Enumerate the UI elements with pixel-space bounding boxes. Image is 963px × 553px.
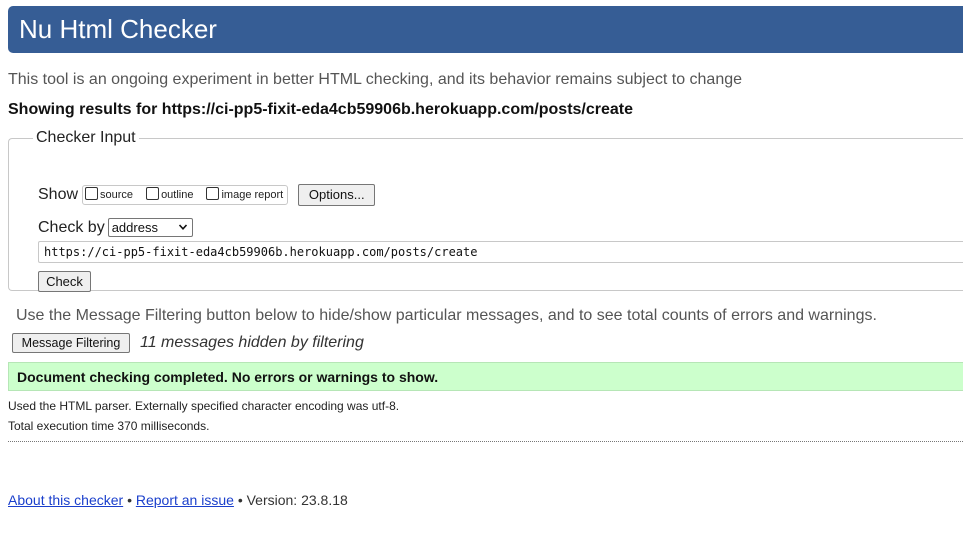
checker-input-fieldset: Checker Input Show source outline image … — [8, 129, 963, 292]
outline-checkbox-label: outline — [161, 189, 194, 201]
show-image-report-option[interactable]: image report — [206, 186, 284, 202]
options-button[interactable]: Options... — [298, 184, 376, 206]
checking-details: Used the HTML parser. Externally specifi… — [8, 399, 963, 439]
filtering-note: Use the Message Filtering button below t… — [16, 307, 877, 324]
check-button[interactable]: Check — [38, 271, 91, 292]
parser-info: Used the HTML parser. Externally specifi… — [8, 399, 400, 413]
footer-separator-2: • — [237, 492, 243, 508]
check-by-row: Check by address — [38, 218, 193, 237]
filtering-row: Message Filtering 11 messages hidden by … — [12, 333, 364, 353]
show-label: Show — [38, 186, 79, 203]
source-checkbox-label: source — [100, 189, 134, 201]
about-checker-link[interactable]: About this checker — [8, 492, 123, 508]
show-options-group: source outline image report — [82, 185, 289, 205]
page-title: Nu Html Checker — [19, 14, 217, 44]
footer-separator: • — [127, 492, 132, 508]
footer: About this checker • Report an issue • V… — [8, 492, 348, 508]
page-header: Nu Html Checker — [8, 6, 963, 53]
image-report-checkbox[interactable] — [206, 186, 220, 200]
check-by-selected-value: address — [111, 220, 158, 235]
success-message: Document checking completed. No errors o… — [8, 362, 963, 391]
hidden-messages-count: 11 messages hidden by filtering — [140, 334, 364, 351]
checker-input-legend: Checker Input — [36, 129, 136, 146]
image-report-checkbox-label: image report — [221, 189, 284, 201]
message-filtering-button[interactable]: Message Filtering — [12, 333, 130, 353]
check-by-select[interactable]: address — [107, 218, 193, 237]
outline-checkbox[interactable] — [146, 186, 160, 200]
chevron-down-icon — [178, 224, 187, 230]
show-row: Show source outline image report Options… — [38, 183, 376, 207]
source-checkbox[interactable] — [85, 186, 99, 200]
show-source-option[interactable]: source — [85, 186, 134, 202]
execution-time: Total execution time 370 milliseconds. — [8, 419, 210, 433]
show-outline-option[interactable]: outline — [146, 186, 194, 202]
report-issue-link[interactable]: Report an issue — [136, 492, 234, 508]
tool-description: This tool is an ongoing experiment in be… — [8, 71, 743, 88]
version-text: Version: 23.8.18 — [246, 492, 348, 508]
footer-divider — [8, 441, 963, 442]
showing-results-heading: Showing results for https://ci-pp5-fixit… — [8, 101, 634, 118]
check-by-label: Check by — [38, 218, 105, 236]
url-input[interactable]: https://ci-pp5-fixit-eda4cb59906b.heroku… — [38, 241, 963, 263]
